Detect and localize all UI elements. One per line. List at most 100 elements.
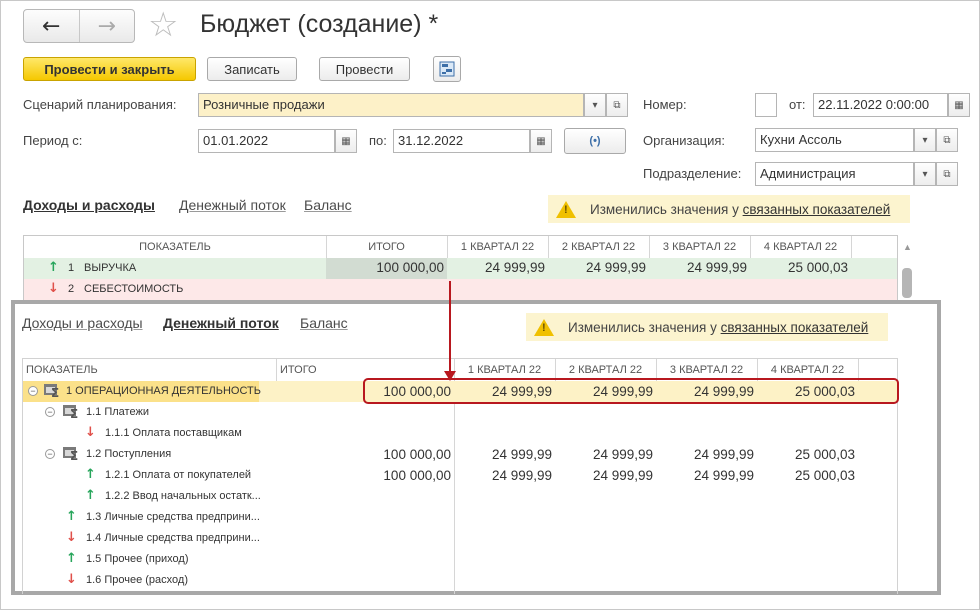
arrow-up-icon: ↑ — [85, 488, 96, 503]
q2-cell: 24 999,99 — [592, 468, 653, 483]
column-header: 3 КВАРТАЛ 22 — [662, 241, 737, 253]
table-row[interactable]: − Σ 1.1 Платежи — [23, 402, 897, 423]
scenario-label: Сценарий планирования: — [23, 97, 177, 112]
arrow-up-icon: ↑ — [66, 551, 77, 566]
table-row[interactable]: ↑ 1 ВЫРУЧКА 100 000,00 24 999,99 24 999,… — [24, 258, 897, 279]
linked-indicators-link[interactable]: связанных показателей — [721, 320, 869, 335]
warning-banner: Изменились значения у связанных показате… — [548, 195, 910, 223]
row-name: СЕБЕСТОИМОСТЬ — [84, 283, 184, 295]
dept-label: Подразделение: — [643, 166, 742, 181]
income-expenses-table: ПОКАЗАТЕЛЬ ИТОГО 1 КВАРТАЛ 22 2 КВАРТАЛ … — [23, 235, 898, 306]
scroll-up-icon[interactable]: ▲ — [903, 242, 912, 252]
q3-cell: 24 999,99 — [686, 260, 747, 275]
favorite-star-icon[interactable]: ☆ — [148, 5, 178, 45]
warning-banner-zoom: Изменились значения у связанных показате… — [526, 313, 888, 341]
row-label: 1.1 Платежи — [86, 406, 149, 418]
arrow-down-icon: ↓ — [48, 281, 59, 296]
annotation-highlight-box — [363, 378, 899, 404]
collapse-icon[interactable]: − — [28, 386, 38, 396]
period-to-calendar-button[interactable]: ▦ — [530, 129, 552, 153]
arrow-right-icon: → — [97, 13, 116, 39]
table-row[interactable]: ↑ 1.5 Прочее (приход) — [23, 549, 897, 570]
org-field[interactable]: Кухни Ассоль — [755, 128, 914, 152]
q3-cell: 24 999,99 — [693, 447, 754, 462]
post-button[interactable]: Провести — [319, 57, 410, 81]
linked-indicators-link[interactable]: связанных показателей — [743, 202, 891, 217]
row-label: 1.2.2 Ввод начальных остатк... — [105, 490, 261, 502]
scroll-thumb[interactable] — [902, 268, 912, 298]
dept-field[interactable]: Администрация — [755, 162, 914, 186]
post-and-close-button[interactable]: Провести и закрыть — [23, 57, 196, 81]
structure-button[interactable] — [433, 56, 461, 82]
period-select-button[interactable]: (•) — [564, 128, 626, 154]
save-button[interactable]: Записать — [207, 57, 297, 81]
scenario-dropdown-button[interactable]: ▾ — [584, 93, 606, 117]
tab-cash-flow[interactable]: Денежный поток — [179, 197, 286, 213]
warning-text: Изменились значения у — [568, 319, 717, 335]
total-cell: 100 000,00 — [376, 260, 444, 275]
org-dropdown-button[interactable]: ▾ — [914, 128, 936, 152]
tab-balance-zoom[interactable]: Баланс — [300, 315, 348, 331]
period-label: Период с: — [23, 133, 83, 148]
collapse-icon[interactable]: − — [45, 449, 55, 459]
q1-cell: 24 999,99 — [491, 447, 552, 462]
open-window-icon: ⧉ — [613, 99, 621, 111]
sum-group-icon: Σ — [63, 447, 81, 463]
date-calendar-button[interactable]: ▦ — [948, 93, 970, 117]
table-scrollbar[interactable]: ▲ — [900, 240, 914, 300]
total-cell: 100 000,00 — [383, 447, 451, 462]
collapse-icon[interactable]: − — [45, 407, 55, 417]
column-header: 1 КВАРТАЛ 22 — [460, 241, 535, 253]
forward-button[interactable]: → — [80, 10, 135, 42]
arrow-up-icon: ↑ — [48, 260, 59, 275]
table-row[interactable]: ↑ 1.2.2 Ввод начальных остатк... — [23, 486, 897, 507]
row-name: ВЫРУЧКА — [84, 262, 137, 274]
q1-cell: 24 999,99 — [491, 468, 552, 483]
arrow-down-icon: ↓ — [66, 530, 77, 545]
tab-income-expenses-zoom[interactable]: Доходы и расходы — [22, 315, 143, 331]
period-icon: (•) — [589, 135, 601, 147]
org-open-button[interactable]: ⧉ — [936, 128, 958, 152]
table-row[interactable]: − Σ 1.2 Поступления 100 000,00 24 999,99… — [23, 444, 897, 465]
tab-income-expenses[interactable]: Доходы и расходы — [23, 197, 155, 213]
number-field[interactable] — [755, 93, 777, 117]
scenario-field[interactable]: Розничные продажи — [198, 93, 584, 117]
table-row[interactable]: ↓ 1.4 Личные средства предприни... — [23, 528, 897, 549]
row-label: 1.2.1 Оплата от покупателей — [105, 469, 252, 481]
chevron-down-icon: ▾ — [922, 134, 928, 146]
row-label: 1.5 Прочее (приход) — [86, 553, 189, 565]
open-window-icon: ⧉ — [943, 168, 951, 180]
table-row[interactable]: ↓ 1.6 Прочее (расход) — [23, 570, 897, 591]
arrow-up-icon: ↑ — [85, 467, 96, 482]
table-row[interactable]: ↑ 1.2.1 Оплата от покупателей 100 000,00… — [23, 465, 897, 486]
arrow-left-icon: ← — [42, 13, 61, 39]
page-title: Бюджет (создание) * — [200, 10, 439, 38]
table-row[interactable]: ↓ 1.1.1 Оплата поставщикам — [23, 423, 897, 444]
column-header: ПОКАЗАТЕЛЬ — [26, 364, 98, 376]
calendar-icon: ▦ — [536, 135, 546, 147]
back-button[interactable]: ← — [24, 10, 80, 42]
arrow-down-icon: ↓ — [85, 425, 96, 440]
arrow-up-icon: ↑ — [66, 509, 77, 524]
row-number: 2 — [68, 283, 75, 295]
dept-open-button[interactable]: ⧉ — [936, 162, 958, 186]
q4-cell: 25 000,03 — [794, 468, 855, 483]
date-field[interactable]: 22.11.2022 0:00:00 — [813, 93, 948, 117]
tab-balance[interactable]: Баланс — [304, 197, 352, 213]
period-from-calendar-button[interactable]: ▦ — [335, 129, 357, 153]
dept-dropdown-button[interactable]: ▾ — [914, 162, 936, 186]
column-header: 2 КВАРТАЛ 22 — [561, 241, 636, 253]
table-row[interactable]: ↓ 2 СЕБЕСТОИМОСТЬ — [24, 279, 897, 300]
row-label: 1.4 Личные средства предприни... — [86, 532, 260, 544]
q3-cell: 24 999,99 — [693, 468, 754, 483]
scenario-open-button[interactable]: ⧉ — [606, 93, 628, 117]
org-label: Организация: — [643, 133, 726, 148]
table-row[interactable]: ↑ 1.3 Личные средства предприни... — [23, 507, 897, 528]
column-header: 4 КВАРТАЛ 22 — [763, 241, 838, 253]
period-from-field[interactable]: 01.01.2022 — [198, 129, 335, 153]
number-label: Номер: — [643, 97, 687, 112]
row-label: 1.3 Личные средства предприни... — [86, 511, 260, 523]
period-to-field[interactable]: 31.12.2022 — [393, 129, 530, 153]
tab-cash-flow-zoom[interactable]: Денежный поток — [163, 315, 279, 331]
row-label: 1 ОПЕРАЦИОННАЯ ДЕЯТЕЛЬНОСТЬ — [66, 385, 261, 397]
